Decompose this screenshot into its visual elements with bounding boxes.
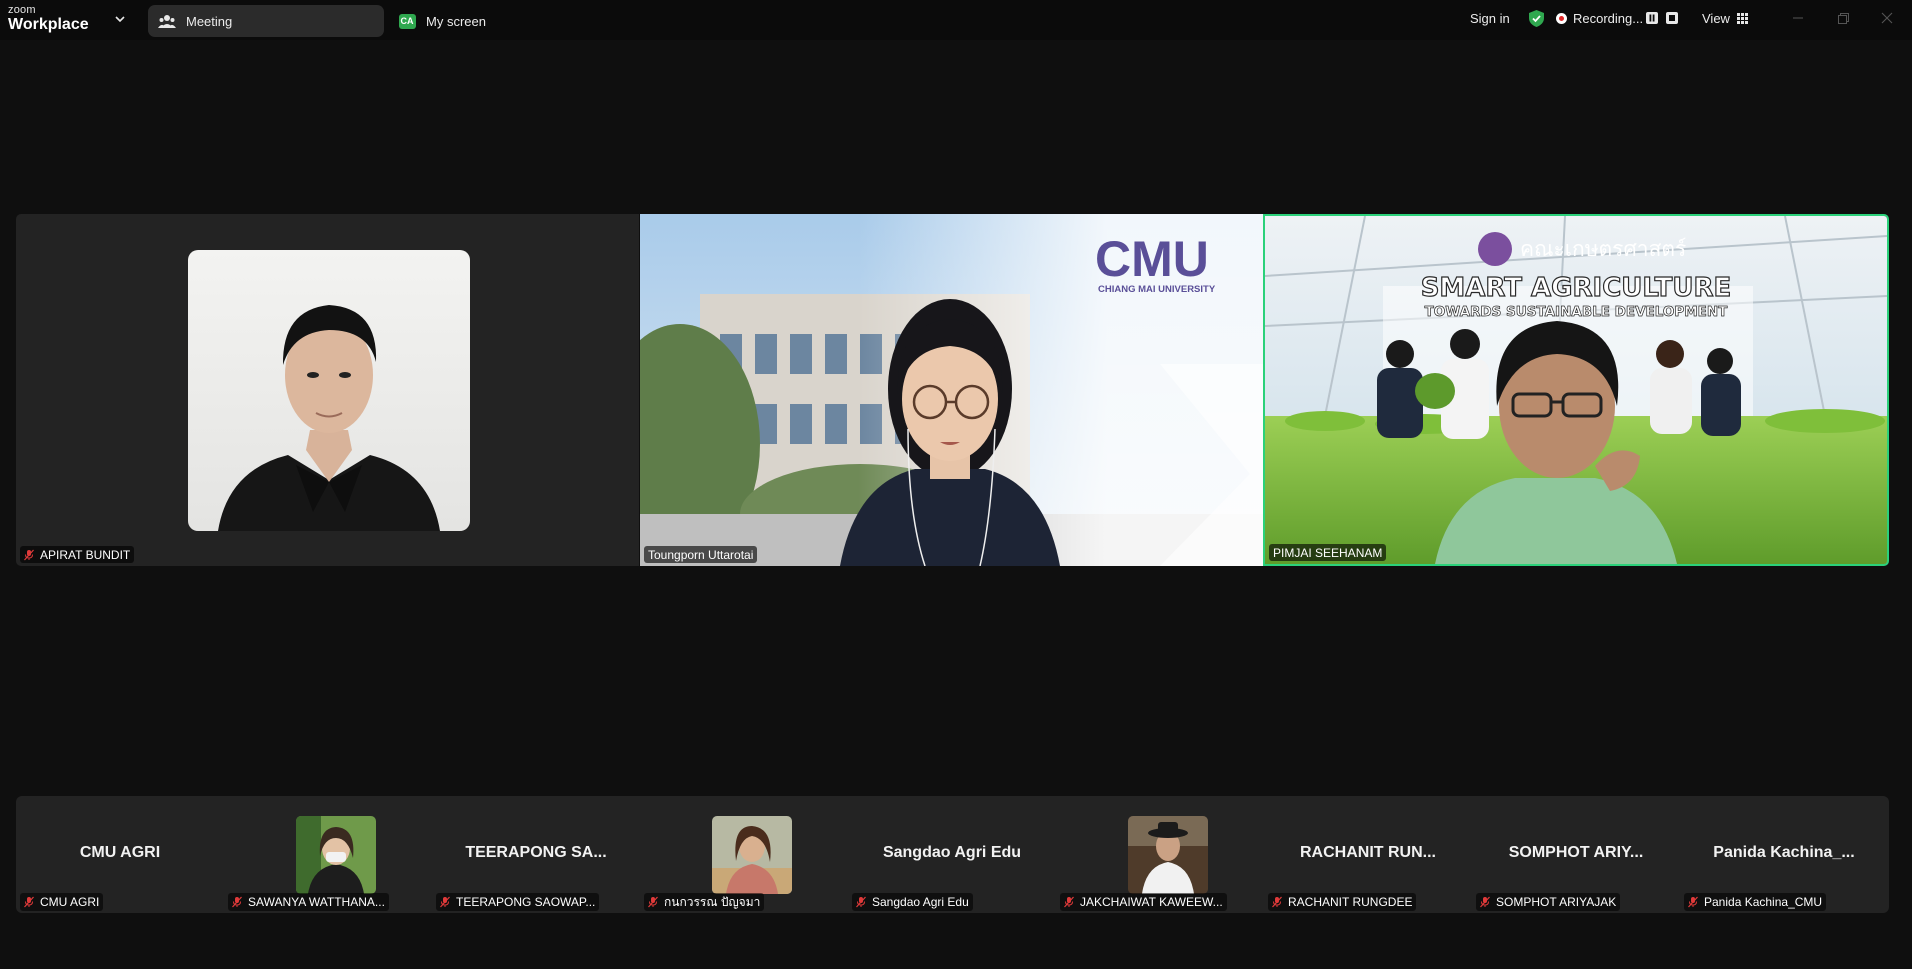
participant-name-label: TEERAPONG SAOWAP... bbox=[436, 893, 600, 911]
video-tile-apirat[interactable]: APIRAT BUNDIT bbox=[16, 214, 639, 566]
participant-name-label: Sangdao Agri Edu bbox=[852, 893, 973, 911]
participant-avatar bbox=[1128, 816, 1208, 894]
gallery-tile[interactable]: กนกวรรณ ปัญจมา bbox=[640, 796, 848, 913]
participant-name-label: RACHANIT RUNGDEE bbox=[1268, 893, 1417, 911]
meeting-icon bbox=[158, 12, 176, 30]
brand-small-text: zoom bbox=[8, 4, 36, 16]
participant-name-label: Toungporn Uttarotai bbox=[644, 546, 758, 563]
cmu-logo-text: CMU bbox=[1095, 231, 1209, 287]
view-label: View bbox=[1702, 10, 1730, 26]
gallery-tile[interactable]: TEERAPONG SA... TEERAPONG SAOWAP... bbox=[432, 796, 640, 913]
restore-window-button[interactable] bbox=[1835, 10, 1851, 26]
tab-my-screen-label: My screen bbox=[426, 13, 486, 29]
participant-display-name: SOMPHOT ARIY... bbox=[1508, 844, 1644, 861]
close-window-button[interactable] bbox=[1879, 10, 1895, 26]
tab-meeting-label: Meeting bbox=[186, 13, 233, 29]
stop-recording-button[interactable] bbox=[1666, 12, 1678, 24]
participant-photo bbox=[188, 250, 470, 531]
video-tile-toungporn[interactable]: CMU CHIANG MAI UNIVERSITY Toungporn Utta… bbox=[640, 214, 1263, 566]
sign-in-link[interactable]: Sign in bbox=[1470, 0, 1510, 36]
minimize-window-button[interactable] bbox=[1790, 10, 1806, 26]
gallery-strip: CMU AGRI CMU AGRI SAWANYA WATTHANA... TE… bbox=[16, 796, 1889, 913]
participant-display-name: TEERAPONG SA... bbox=[465, 844, 607, 861]
gallery-tile[interactable]: SOMPHOT ARIY... SOMPHOT ARIYAJAK bbox=[1472, 796, 1680, 913]
pause-recording-button[interactable] bbox=[1646, 12, 1658, 24]
tab-meeting[interactable]: Meeting bbox=[148, 5, 384, 37]
participant-display-name: Sangdao Agri Edu bbox=[882, 844, 1022, 861]
gallery-tile[interactable]: Panida Kachina_... Panida Kachina_CMU bbox=[1680, 796, 1888, 913]
banner-title: SMART AGRICULTURE bbox=[1421, 273, 1732, 303]
grid-view-icon bbox=[1736, 12, 1748, 24]
participant-display-name: CMU AGRI bbox=[79, 844, 161, 861]
gallery-tile[interactable]: JAKCHAIWAT KAWEEW... bbox=[1056, 796, 1264, 913]
brand-large-text: Workplace bbox=[8, 16, 89, 33]
muted-mic-icon bbox=[232, 896, 242, 908]
faculty-logo-text: คณะเกษตรศาสตร์ bbox=[1520, 237, 1686, 261]
title-bar: zoom Workplace Meeting CA My screen Sign… bbox=[0, 0, 1912, 40]
participant-name-label: SAWANYA WATTHANA... bbox=[228, 893, 389, 911]
muted-mic-icon bbox=[1480, 896, 1490, 908]
virtual-background-cmu: CMU CHIANG MAI UNIVERSITY bbox=[640, 214, 1263, 566]
participant-name-label: APIRAT BUNDIT bbox=[20, 546, 135, 563]
chevron-down-icon[interactable] bbox=[112, 11, 128, 27]
encryption-shield-icon[interactable] bbox=[1528, 0, 1545, 36]
participant-name-label: JAKCHAIWAT KAWEEW... bbox=[1060, 893, 1227, 911]
muted-mic-icon bbox=[24, 896, 34, 908]
muted-mic-icon bbox=[648, 896, 658, 908]
participant-display-name: RACHANIT RUN... bbox=[1300, 844, 1436, 861]
recording-dot-icon bbox=[1556, 12, 1567, 24]
muted-mic-icon bbox=[1688, 896, 1698, 908]
avatar-badge: CA bbox=[398, 12, 416, 30]
participant-avatar bbox=[296, 816, 376, 894]
gallery-tile[interactable]: CMU AGRI CMU AGRI bbox=[16, 796, 224, 913]
gallery-tile[interactable]: SAWANYA WATTHANA... bbox=[224, 796, 432, 913]
muted-mic-icon bbox=[1064, 896, 1074, 908]
zoom-workplace-logo[interactable]: zoom Workplace bbox=[8, 5, 89, 33]
cmu-logo-subtitle: CHIANG MAI UNIVERSITY bbox=[1098, 284, 1216, 295]
tab-my-screen[interactable]: CA My screen bbox=[388, 5, 498, 37]
video-tile-pimjai-active-speaker[interactable]: คณะเกษตรศาสตร์ SMART AGRICULTURE TOWARDS… bbox=[1263, 214, 1889, 566]
virtual-background-smart-agriculture: คณะเกษตรศาสตร์ SMART AGRICULTURE TOWARDS… bbox=[1265, 216, 1887, 564]
gallery-tile[interactable]: RACHANIT RUN... RACHANIT RUNGDEE bbox=[1264, 796, 1472, 913]
participant-name-label: Panida Kachina_CMU bbox=[1684, 893, 1827, 911]
participant-avatar bbox=[712, 816, 792, 894]
muted-mic-icon bbox=[1272, 896, 1282, 908]
muted-mic-icon bbox=[24, 549, 34, 560]
participant-name-label: PIMJAI SEEHANAM bbox=[1269, 544, 1387, 561]
participant-name-label: กนกวรรณ ปัญจมา bbox=[644, 893, 765, 911]
recording-label: Recording... bbox=[1573, 10, 1644, 26]
participant-name-label: CMU AGRI bbox=[20, 893, 104, 911]
participant-display-name: Panida Kachina_... bbox=[1713, 844, 1855, 861]
view-button[interactable]: View bbox=[1702, 0, 1748, 36]
gallery-tile[interactable]: Sangdao Agri Edu Sangdao Agri Edu bbox=[848, 796, 1056, 913]
muted-mic-icon bbox=[856, 896, 866, 908]
muted-mic-icon bbox=[440, 896, 450, 908]
participant-name-label: SOMPHOT ARIYAJAK bbox=[1476, 893, 1621, 911]
banner-subtitle: TOWARDS SUSTAINABLE DEVELOPMENT bbox=[1425, 304, 1729, 320]
recording-indicator: Recording... bbox=[1556, 0, 1643, 36]
